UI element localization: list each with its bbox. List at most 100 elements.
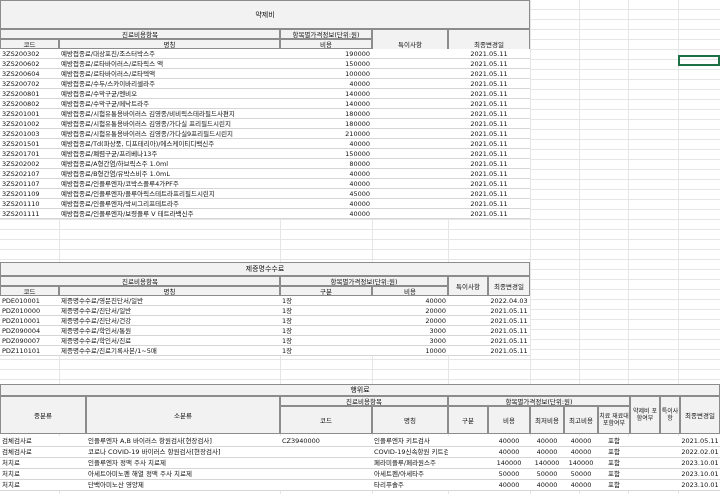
t1-note-cell[interactable]	[372, 189, 448, 199]
t1-code-cell[interactable]: 3ZS201701	[0, 149, 59, 159]
t2-unit-cell[interactable]: 1장	[280, 326, 372, 336]
t3-unit-cell[interactable]	[448, 469, 488, 480]
t1-code-cell[interactable]: 3ZS200702	[0, 79, 59, 89]
t2-unit-cell[interactable]: 1장	[280, 336, 372, 346]
t2-note-cell[interactable]	[448, 326, 488, 336]
t3-code-cell[interactable]	[280, 480, 372, 491]
t1-code-cell[interactable]: 3ZS201501	[0, 139, 59, 149]
t1-note-cell[interactable]	[372, 139, 448, 149]
t1-date-cell[interactable]: 2021.05.11	[448, 79, 530, 89]
t2-unit-cell[interactable]: 1장	[280, 296, 372, 306]
t1-code-cell[interactable]: 3ZS201109	[0, 189, 59, 199]
t1-date-cell[interactable]: 2021.05.11	[448, 179, 530, 189]
t1-date-cell[interactable]: 2021.05.11	[448, 49, 530, 59]
t3-include-cell[interactable]: 포함	[598, 458, 630, 469]
t1-name-cell[interactable]: 예방접종료/인플루엔자/코박스플루4가PF주	[59, 179, 280, 189]
t1-name-cell[interactable]: 예방접종료/수막구균/멘비오	[59, 89, 280, 99]
t2-name-cell[interactable]: 제증명수수료/학인서/통원	[59, 326, 280, 336]
t1-code-cell[interactable]: 3ZS201003	[0, 129, 59, 139]
t3-min-cell[interactable]: 50000	[530, 469, 564, 480]
t3-date-cell[interactable]: 2023.10.01	[680, 458, 720, 469]
t3-min-cell[interactable]: 140000	[530, 458, 564, 469]
t2-name-cell[interactable]: 제증명수수료/진단서/일반	[59, 306, 280, 316]
t3-major-cell[interactable]: 처치료	[0, 458, 86, 469]
t3-include-cell[interactable]: 포함	[598, 469, 630, 480]
t3-name-cell[interactable]: 아세트펜/아세타주	[372, 469, 448, 480]
t1-code-cell[interactable]: 3ZS202002	[0, 159, 59, 169]
t2-cost-cell[interactable]: 20000	[372, 316, 448, 326]
t2-cost-cell[interactable]: 20000	[372, 306, 448, 316]
t3-max-cell[interactable]: 40000	[564, 480, 598, 491]
t1-cost-cell[interactable]: 40000	[280, 169, 372, 179]
t1-note-cell[interactable]	[372, 49, 448, 59]
t3-unit-cell[interactable]	[448, 447, 488, 458]
t2-cost-cell[interactable]: 10000	[372, 346, 448, 356]
t3-date-cell[interactable]: 2022.02.01	[680, 447, 720, 458]
t3-note-cell[interactable]	[660, 469, 680, 480]
t1-name-cell[interactable]: 예방접종료/시험유통용바이러스 김영종/가다실9프리필드시린지	[59, 129, 280, 139]
t1-cost-cell[interactable]: 150000	[280, 149, 372, 159]
t3-unit-cell[interactable]	[448, 458, 488, 469]
t3-name-cell[interactable]: COVID-19신속항원 키트검사	[372, 447, 448, 458]
t2-note-cell[interactable]	[448, 306, 488, 316]
t1-note-cell[interactable]	[372, 199, 448, 209]
t1-note-cell[interactable]	[372, 99, 448, 109]
t1-date-cell[interactable]: 2021.05.11	[448, 59, 530, 69]
t3-code-cell[interactable]	[280, 458, 372, 469]
t2-date-cell[interactable]: 2021.05.11	[488, 316, 530, 326]
t1-name-cell[interactable]: 예방접종료/인플루엔자/보령플루 V 테트라백신주	[59, 209, 280, 219]
t1-name-cell[interactable]: 예방접종료/B형간염/유박스비주 1.0mL	[59, 169, 280, 179]
t3-unit-cell[interactable]	[448, 480, 488, 491]
t1-date-cell[interactable]: 2021.05.11	[448, 199, 530, 209]
t2-note-cell[interactable]	[448, 346, 488, 356]
t2-code-cell[interactable]: PDZ010000	[0, 306, 59, 316]
t3-minor-cell[interactable]: 아세트아미노펜 해열 정맥 주사 치료제	[86, 469, 280, 480]
t1-note-cell[interactable]	[372, 89, 448, 99]
t1-date-cell[interactable]: 2021.05.11	[448, 159, 530, 169]
t1-date-cell[interactable]: 2021.05.11	[448, 189, 530, 199]
t1-date-cell[interactable]: 2021.05.11	[448, 69, 530, 79]
t3-note-cell[interactable]	[660, 458, 680, 469]
t3-cost-cell[interactable]: 40000	[488, 447, 530, 458]
t1-note-cell[interactable]	[372, 209, 448, 219]
t1-name-cell[interactable]: 예방접종료/대상포진/조스터박스주	[59, 49, 280, 59]
t1-note-cell[interactable]	[372, 119, 448, 129]
t1-cost-cell[interactable]: 190000	[280, 49, 372, 59]
t3-major-cell[interactable]: 검체검사료	[0, 447, 86, 458]
t1-cost-cell[interactable]: 80000	[280, 159, 372, 169]
t2-date-cell[interactable]: 2021.05.11	[488, 326, 530, 336]
t2-note-cell[interactable]	[448, 336, 488, 346]
t3-major-cell[interactable]: 검체검사료	[0, 436, 86, 447]
t3-name-cell[interactable]: 타리푸솔주	[372, 480, 448, 491]
t1-date-cell[interactable]: 2021.05.11	[448, 139, 530, 149]
t3-date-cell[interactable]: 2021.05.11	[680, 436, 720, 447]
t3-drug-cell[interactable]	[630, 480, 660, 491]
active-cell-selection[interactable]	[678, 55, 720, 66]
t1-name-cell[interactable]: 예방접종료/로타바이러스/로타텍액	[59, 69, 280, 79]
t1-cost-cell[interactable]: 40000	[280, 139, 372, 149]
t1-name-cell[interactable]: 예방접종료/A형간염/하브릭스주 1.0ml	[59, 159, 280, 169]
t2-unit-cell[interactable]: 1장	[280, 316, 372, 326]
t1-code-cell[interactable]: 3ZS200602	[0, 59, 59, 69]
t3-min-cell[interactable]: 40000	[530, 447, 564, 458]
t1-code-cell[interactable]: 3ZS201110	[0, 199, 59, 209]
t1-note-cell[interactable]	[372, 159, 448, 169]
t3-major-cell[interactable]: 처치료	[0, 480, 86, 491]
t1-cost-cell[interactable]: 180000	[280, 119, 372, 129]
t2-code-cell[interactable]: PDZ090007	[0, 336, 59, 346]
t1-name-cell[interactable]: 예방접종료/Td(파상풍, 디프테리아)/에스케이티디백신주	[59, 139, 280, 149]
t1-note-cell[interactable]	[372, 69, 448, 79]
t2-date-cell[interactable]: 2021.05.11	[488, 336, 530, 346]
t3-date-cell[interactable]: 2023.10.01	[680, 480, 720, 491]
t3-unit-cell[interactable]	[448, 436, 488, 447]
t1-cost-cell[interactable]: 45000	[280, 189, 372, 199]
t3-major-cell[interactable]: 처치료	[0, 469, 86, 480]
t2-name-cell[interactable]: 제증명수수료/영문진단서/일반	[59, 296, 280, 306]
t1-cost-cell[interactable]: 40000	[280, 209, 372, 219]
t2-cost-cell[interactable]: 40000	[372, 296, 448, 306]
t1-date-cell[interactable]: 2021.05.11	[448, 119, 530, 129]
t3-max-cell[interactable]: 40000	[564, 436, 598, 447]
t1-code-cell[interactable]: 3ZS201107	[0, 179, 59, 189]
t3-include-cell[interactable]: 포함	[598, 436, 630, 447]
t1-note-cell[interactable]	[372, 79, 448, 89]
